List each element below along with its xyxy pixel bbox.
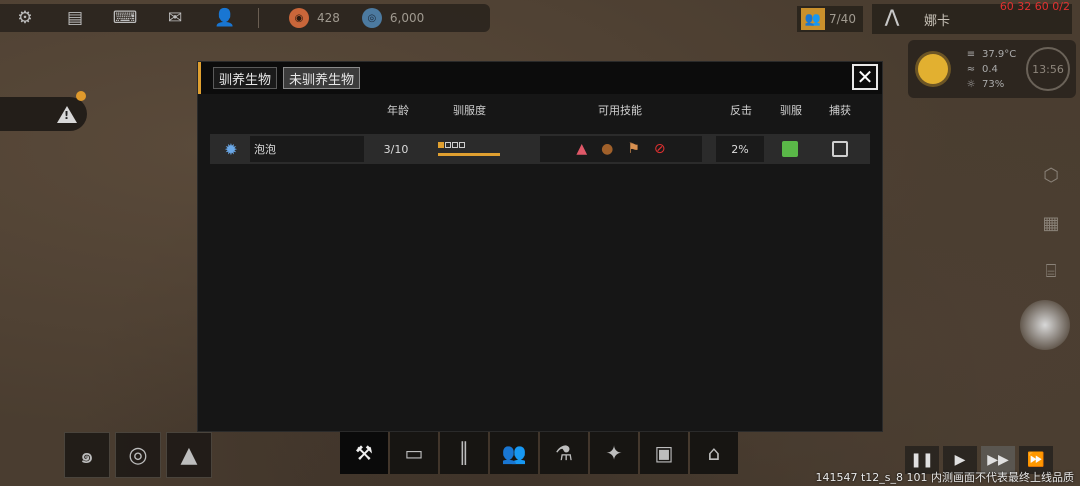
population-icon: 👥 — [801, 8, 825, 30]
tameness-bar — [438, 153, 500, 156]
colony-logo-icon: Λ — [884, 6, 900, 32]
flag-icon[interactable]: ⚑ — [627, 141, 640, 157]
dialog-tab-bar: 驯养生物 未驯养生物 ✕ — [198, 62, 882, 94]
orbit-icon[interactable]: ◎ — [115, 432, 161, 478]
user-icon[interactable]: 👤 — [200, 4, 250, 32]
header-tame: 驯服 — [780, 104, 802, 117]
header-age: 年龄 — [387, 104, 409, 117]
thermometer-icon: ≡ — [966, 48, 976, 60]
tab-untamed-creatures[interactable]: 未驯养生物 — [283, 67, 361, 89]
population-indicator[interactable]: 👥 7/40 — [797, 6, 863, 32]
warning-icon: ! — [57, 105, 77, 123]
creature-row[interactable]: ✹ 泡泡 3/10 ▲ ● ⚑ ⊘ 2% — [210, 134, 870, 164]
build-info: 141547 t12_s_8 101 内测画面不代表最终上线品质 — [815, 471, 1074, 484]
forbidden-icon[interactable]: ⊘ — [654, 141, 666, 157]
mail-icon[interactable]: ✉ — [150, 4, 200, 32]
humidity-icon: ☼ — [966, 78, 976, 90]
column-headers: 年龄 驯服度 可用技能 反击 驯服 捕获 — [198, 94, 882, 132]
tameness-square — [459, 142, 465, 148]
tame-checkbox[interactable] — [782, 141, 798, 157]
smoke-cloud — [1020, 300, 1070, 350]
header-counterattack: 反击 — [730, 104, 752, 117]
wind-value: 0.4 — [982, 63, 998, 75]
coin-icon: ◎ — [361, 8, 382, 28]
cube-icon[interactable]: ⬡ — [1036, 160, 1066, 190]
game-clock[interactable]: 13:56 — [1026, 47, 1070, 91]
round-shell-icon[interactable]: ● — [601, 141, 613, 157]
right-side-tools: ⬡ ▦ ⌸ — [1036, 160, 1066, 286]
tab-tamed-creatures[interactable]: 驯养生物 — [213, 67, 278, 89]
temperature-value: 37.9°C — [982, 48, 1017, 60]
wind-icon: ≈ — [966, 63, 976, 75]
galaxy-icon[interactable]: ๑ — [64, 432, 110, 478]
humidity-value: 73% — [982, 78, 1005, 90]
creature-portrait-icon: ✹ — [224, 139, 238, 159]
creature-management-dialog: 驯养生物 未驯养生物 ✕ 年龄 驯服度 可用技能 反击 驯服 捕获 ✹ 泡泡 3… — [197, 61, 883, 432]
terrain-icon[interactable]: ▲ — [166, 432, 212, 478]
folder-icon[interactable]: ▭ — [390, 432, 438, 474]
pink-creature-icon[interactable]: ▲ — [576, 141, 587, 157]
flask-icon[interactable]: ⚗ — [540, 432, 588, 474]
bottom-action-bar: ⚒ ▭ ║ 👥 ⚗ ✦ ▣ ⌂ — [340, 432, 740, 474]
colony-name: 娜卡 — [924, 13, 951, 29]
tameness-indicator — [438, 136, 508, 162]
header-capture: 捕获 — [829, 104, 851, 117]
header-skills: 可用技能 — [598, 104, 642, 117]
food-resource[interactable]: ◉ 428 — [289, 8, 340, 28]
coin-resource[interactable]: ◎ 6,000 — [361, 8, 425, 28]
speech-icon[interactable]: ▣ — [640, 432, 688, 474]
header-tameness: 驯服度 — [453, 104, 486, 117]
fps-counter: 60 32 60 0/2 — [999, 0, 1070, 13]
creature-name: 泡泡 — [250, 136, 364, 162]
toolbar-divider — [258, 8, 259, 28]
population-count: 7/40 — [829, 12, 856, 26]
weather-panel[interactable]: ≡ 37.9°C ≈0.4 ☼ 73% 13:56 — [908, 40, 1076, 98]
alert-button[interactable]: ! — [0, 97, 87, 131]
creature-icon[interactable]: ✦ — [590, 432, 638, 474]
food-icon: ◉ — [289, 8, 309, 28]
capture-checkbox[interactable] — [832, 141, 848, 157]
bank-icon[interactable]: ⌂ — [690, 432, 738, 474]
audio-icon[interactable]: ║ — [440, 432, 488, 474]
keyboard-icon[interactable]: ⌨ — [100, 4, 150, 32]
top-toolbar: ⚙ ▤ ⌨ ✉ 👤 ◉ 428 ◎ 6,000 — [0, 4, 490, 32]
clipboard-icon[interactable]: ▦ — [1036, 208, 1066, 238]
skills-list: ▲ ● ⚑ ⊘ — [540, 136, 702, 162]
creature-age: 3/10 — [383, 142, 409, 156]
chat-icon[interactable]: ▤ — [50, 4, 100, 32]
tools-icon[interactable]: ⚒ — [340, 432, 388, 474]
tameness-squares — [438, 142, 465, 148]
warning-glyph: ! — [64, 108, 70, 122]
scan-icon[interactable]: ⌸ — [1036, 256, 1066, 286]
coin-count: 6,000 — [389, 11, 425, 25]
tameness-square — [452, 142, 458, 148]
tameness-square — [445, 142, 451, 148]
counterattack-value: 2% — [716, 136, 764, 162]
people-icon[interactable]: 👥 — [490, 432, 538, 474]
alert-notification-dot — [76, 91, 86, 101]
food-count: 428 — [317, 11, 340, 25]
tameness-square — [438, 142, 444, 148]
close-button[interactable]: ✕ — [852, 64, 878, 90]
gear-icon[interactable]: ⚙ — [0, 4, 50, 32]
sun-icon — [918, 54, 948, 84]
